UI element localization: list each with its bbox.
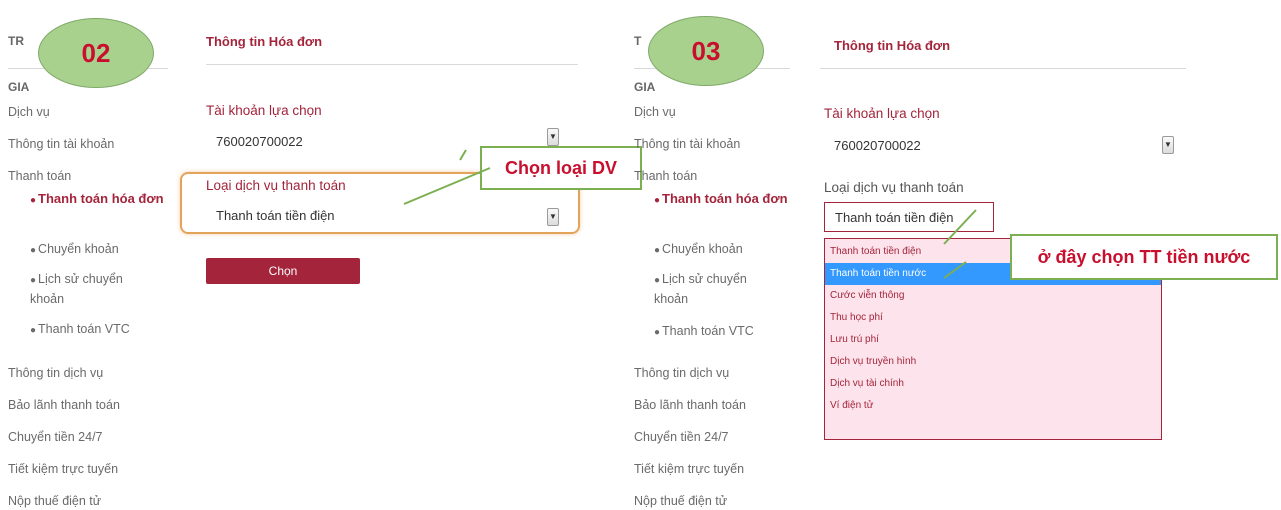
sub-item-thanh-toan-vtc[interactable]: ● Thanh toán VTC <box>654 322 789 342</box>
step-badge: 02 <box>38 18 154 88</box>
sidebar-item-chuyen-tien[interactable]: Chuyển tiền 24/7 <box>634 430 729 444</box>
chon-button[interactable]: Chọn <box>206 258 360 284</box>
bullet-icon: ● <box>30 245 37 256</box>
service-select[interactable]: Thanh toán tiền điện <box>206 204 562 228</box>
callout-chon-tt-tien-nuoc: ở đây chọn TT tiền nước <box>1010 234 1278 280</box>
sidebar-subheading: GIA <box>634 80 656 94</box>
account-label: Tài khoản lựa chọn <box>206 103 322 118</box>
bullet-icon: ● <box>30 325 37 336</box>
sidebar-item-dich-vu[interactable]: Dịch vụ <box>634 105 676 119</box>
bullet-icon: ● <box>654 195 661 206</box>
left-panel: TR GIA Dịch vụ Thông tin tài khoản Thanh… <box>0 0 642 510</box>
sidebar-item-chuyen-tien[interactable]: Chuyển tiền 24/7 <box>8 430 103 444</box>
sub-item-label: Thanh toán hóa đơn <box>38 191 164 206</box>
sub-item-label: Chuyển khoản <box>662 242 743 256</box>
dropdown-option-truyen-hinh[interactable]: Dịch vụ truyền hình <box>825 351 1161 373</box>
sidebar-item-thanh-toan[interactable]: Thanh toán <box>8 169 71 183</box>
account-select[interactable]: 760020700022 <box>206 130 314 154</box>
sub-item-label: Thanh toán hóa đơn <box>662 191 788 206</box>
bullet-icon: ● <box>30 195 37 206</box>
sub-item-thanh-toan-vtc[interactable]: ● Thanh toán VTC <box>30 320 165 340</box>
account-dropdown-arrow-icon[interactable]: ▼ <box>547 128 559 146</box>
callout-chon-loai-dv: Chọn loại DV <box>480 146 642 190</box>
bullet-icon: ● <box>654 245 661 256</box>
section-title: Thông tin Hóa đơn <box>834 38 951 53</box>
sub-item-label: Lịch sử chuyển khoản <box>654 272 747 306</box>
sidebar-item-thong-tin-tai-khoan[interactable]: Thông tin tài khoản <box>8 137 114 151</box>
sidebar-item-dich-vu[interactable]: Dịch vụ <box>8 105 50 119</box>
bullet-icon: ● <box>30 275 37 286</box>
sidebar-item-tiet-kiem[interactable]: Tiết kiệm trực tuyến <box>634 462 744 476</box>
sidebar-item-nop-thue[interactable]: Nộp thuế điện tử <box>634 494 727 508</box>
account-select[interactable]: 760020700022 <box>824 134 1164 158</box>
sidebar-item-thong-tin-dich-vu[interactable]: Thông tin dịch vụ <box>8 366 103 380</box>
sidebar-heading: TR <box>8 34 24 48</box>
step-badge: 03 <box>648 16 764 86</box>
bullet-icon: ● <box>654 275 661 286</box>
account-dropdown-arrow-icon[interactable]: ▼ <box>1162 136 1174 154</box>
sub-item-label: Thanh toán VTC <box>38 322 130 336</box>
sidebar-item-bao-lanh[interactable]: Bảo lãnh thanh toán <box>8 398 120 412</box>
dropdown-option-thu-hoc-phi[interactable]: Thu học phí <box>825 307 1161 329</box>
sidebar-item-thong-tin-tai-khoan[interactable]: Thông tin tài khoản <box>634 137 740 151</box>
sub-item-thanh-toan-hoa-don[interactable]: ● Thanh toán hóa đơn <box>654 190 789 210</box>
sub-item-lich-su-chuyen-khoan[interactable]: ● Lịch sử chuyển khoản <box>654 270 779 308</box>
dropdown-option-cuoc-vien-thong[interactable]: Cước viễn thông <box>825 285 1161 307</box>
sidebar-item-tiet-kiem[interactable]: Tiết kiệm trực tuyến <box>8 462 118 476</box>
sub-item-label: Chuyển khoản <box>38 242 119 256</box>
sub-item-chuyen-khoan[interactable]: ● Chuyển khoản <box>30 240 165 260</box>
sidebar-subheading: GIA <box>8 80 30 94</box>
sidebar-item-thong-tin-dich-vu[interactable]: Thông tin dịch vụ <box>634 366 729 380</box>
dropdown-option-luu-tru-phi[interactable]: Lưu trú phí <box>825 329 1161 351</box>
service-select[interactable]: Thanh toán tiền điện <box>824 202 994 232</box>
sub-item-label: Thanh toán VTC <box>662 324 754 338</box>
sidebar-item-bao-lanh[interactable]: Bảo lãnh thanh toán <box>634 398 746 412</box>
service-label: Loại dịch vụ thanh toán <box>206 178 346 193</box>
sidebar-item-nop-thue[interactable]: Nộp thuế điện tử <box>8 494 101 508</box>
dropdown-option-tai-chinh[interactable]: Dịch vụ tài chính <box>825 373 1161 395</box>
sidebar-item-thanh-toan[interactable]: Thanh toán <box>634 169 697 183</box>
sub-item-label: Lịch sử chuyển khoản <box>30 272 123 306</box>
dropdown-option-vi-dien-tu[interactable]: Ví điện tử <box>825 395 1161 417</box>
service-label: Loại dịch vụ thanh toán <box>824 180 964 195</box>
bullet-icon: ● <box>654 327 661 338</box>
sidebar-heading: T <box>634 34 642 48</box>
account-label: Tài khoản lựa chọn <box>824 106 940 121</box>
section-divider <box>820 68 1186 69</box>
section-divider <box>206 64 578 65</box>
right-panel: T GIA Dịch vụ Thông tin tài khoản Thanh … <box>620 0 1281 510</box>
sub-item-chuyen-khoan[interactable]: ● Chuyển khoản <box>654 240 789 260</box>
service-dropdown-arrow-icon[interactable]: ▼ <box>547 208 559 226</box>
section-title: Thông tin Hóa đơn <box>206 34 323 49</box>
sub-item-thanh-toan-hoa-don[interactable]: ● Thanh toán hóa đơn <box>30 190 165 210</box>
sub-item-lich-su-chuyen-khoan[interactable]: ● Lịch sử chuyển khoản <box>30 270 155 308</box>
